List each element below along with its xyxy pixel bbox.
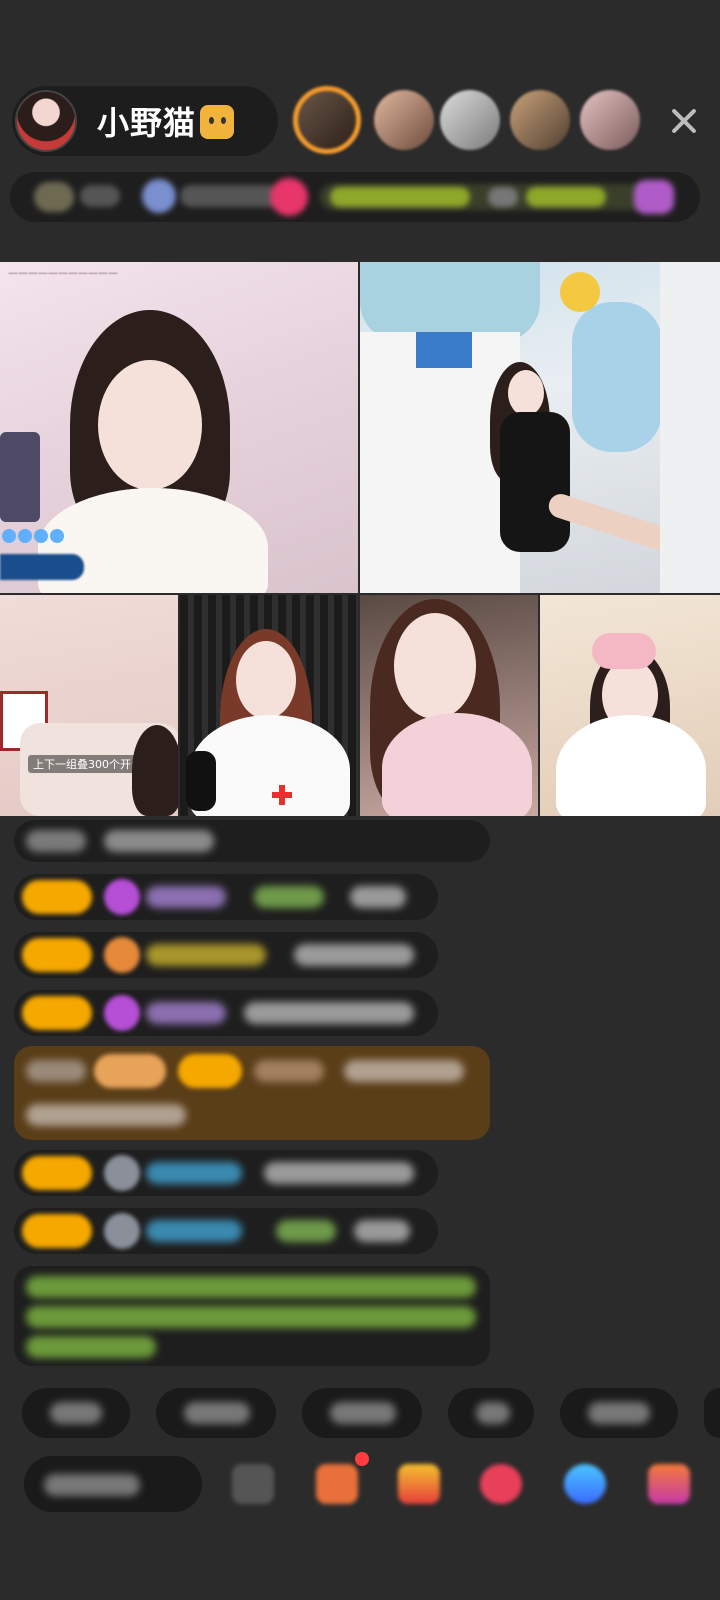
- game-icon[interactable]: [564, 1464, 606, 1504]
- highlighted-chat-message: [14, 1046, 490, 1140]
- quick-reply-chip-6[interactable]: [704, 1388, 720, 1438]
- chat-message: [14, 820, 490, 862]
- quick-reply-chip-1[interactable]: [22, 1388, 130, 1438]
- person-face: [98, 360, 202, 490]
- host-name-text: 小野猫: [97, 104, 197, 142]
- user-avatar[interactable]: [104, 879, 140, 915]
- level-badge: [22, 996, 92, 1030]
- quick-reply-chip-2[interactable]: [156, 1388, 276, 1438]
- blurred-text: [80, 185, 120, 207]
- level-badge-icon: [34, 182, 74, 212]
- expand-icon[interactable]: [232, 1464, 274, 1504]
- gift-icon[interactable]: [270, 178, 308, 216]
- host-name: 小野猫: [97, 98, 235, 144]
- host-info-pill[interactable]: 小野猫: [12, 86, 278, 156]
- tile-top-note: ———————————: [8, 268, 118, 279]
- video-tile-1[interactable]: ———————————: [0, 262, 358, 593]
- blurred-text: [526, 187, 606, 207]
- more-icon[interactable]: [634, 180, 674, 214]
- quick-reply-chip-4[interactable]: [448, 1388, 534, 1438]
- blurred-text: [330, 187, 470, 207]
- chat-message: [14, 1150, 438, 1196]
- tile-banner: [0, 554, 84, 580]
- level-badge: [22, 938, 92, 972]
- person-body: [382, 713, 532, 816]
- user-avatar[interactable]: [104, 995, 140, 1031]
- viewer-avatar-5[interactable]: [580, 90, 640, 150]
- level-badge: [22, 1156, 92, 1190]
- person-face: [394, 613, 476, 719]
- level-badge: [22, 1214, 92, 1248]
- person-body: [500, 412, 570, 552]
- video-tile-4[interactable]: [180, 595, 358, 816]
- chat-message: [14, 990, 438, 1036]
- headboard: [360, 262, 540, 342]
- lamp: [560, 272, 600, 312]
- red-cross-icon: [272, 785, 292, 805]
- chat-message: [14, 874, 438, 920]
- screaming-cat-emoji-icon: [200, 105, 235, 139]
- pig-headband-icon: [592, 633, 656, 669]
- user-avatar[interactable]: [104, 1155, 140, 1191]
- chair: [572, 302, 662, 452]
- shop-icon[interactable]: [316, 1464, 358, 1504]
- person-face: [508, 370, 544, 416]
- viewer-avatar-3[interactable]: [440, 90, 500, 150]
- viewer-avatar-1[interactable]: [293, 86, 361, 154]
- interaction-icon[interactable]: [480, 1464, 522, 1504]
- chat-message: [14, 932, 438, 978]
- viewer-avatar-4[interactable]: [510, 90, 570, 150]
- person-face: [236, 641, 296, 719]
- gift-box-icon[interactable]: [398, 1464, 440, 1504]
- level-badge: [178, 1054, 242, 1088]
- room-info-bar[interactable]: [10, 172, 700, 222]
- chat-input[interactable]: [24, 1456, 202, 1512]
- chat-message: [14, 1208, 438, 1254]
- level-badge: [22, 880, 92, 914]
- person-hair: [132, 725, 178, 816]
- notification-dot: [355, 1452, 369, 1466]
- microphone-icon: [186, 751, 216, 811]
- decor-dots: [2, 528, 82, 543]
- multi-host-video-grid: ——————————— 上下一组叠300个开台跳: [0, 262, 720, 816]
- user-avatar[interactable]: [104, 937, 140, 973]
- video-tile-5[interactable]: [360, 595, 538, 816]
- close-icon[interactable]: [666, 103, 702, 139]
- wall: [660, 262, 720, 593]
- blurred-text: [488, 187, 518, 207]
- chair: [0, 432, 40, 522]
- quick-reply-chip-5[interactable]: [560, 1388, 678, 1438]
- video-tile-6[interactable]: [540, 595, 720, 816]
- book: [416, 332, 472, 368]
- host-avatar[interactable]: [15, 90, 77, 152]
- video-tile-3[interactable]: 上下一组叠300个开台跳: [0, 595, 178, 816]
- video-tile-2[interactable]: [360, 262, 720, 593]
- gift-icon[interactable]: [648, 1464, 690, 1504]
- person-body: [556, 715, 706, 816]
- vip-badge: [94, 1054, 166, 1088]
- viewer-avatar-2[interactable]: [374, 90, 434, 150]
- rank-icon: [142, 179, 176, 213]
- system-notice: [14, 1266, 490, 1366]
- blurred-text: [180, 185, 280, 207]
- quick-reply-chip-3[interactable]: [302, 1388, 422, 1438]
- user-avatar[interactable]: [104, 1213, 140, 1249]
